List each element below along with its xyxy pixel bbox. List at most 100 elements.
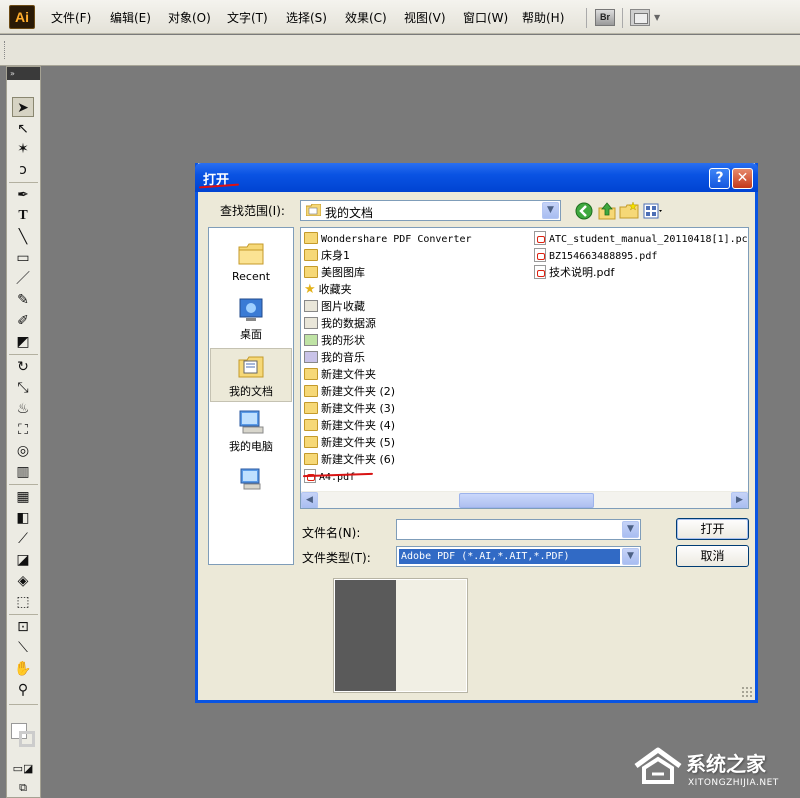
list-item[interactable]: 新建文件夹 (4): [304, 417, 395, 434]
up-folder-icon[interactable]: [597, 201, 617, 221]
warp-tool-icon[interactable]: ♨: [12, 399, 34, 419]
resize-grip[interactable]: [741, 686, 753, 698]
filename-input[interactable]: ▼: [396, 519, 641, 540]
menu-object[interactable]: 对象(O): [168, 9, 211, 26]
place-recent[interactable]: Recent: [210, 236, 292, 290]
stroke-swatch[interactable]: [19, 731, 35, 747]
scroll-right-icon[interactable]: ▶: [731, 492, 748, 508]
menu-view[interactable]: 视图(V): [404, 9, 446, 26]
open-button[interactable]: 打开: [676, 518, 749, 540]
scrollbar-thumb[interactable]: [459, 493, 594, 508]
place-my-documents[interactable]: 我的文档: [210, 348, 292, 402]
menu-type[interactable]: 文字(T): [227, 9, 268, 26]
list-item[interactable]: 技术说明.pdf: [534, 264, 614, 281]
back-icon[interactable]: [574, 201, 594, 221]
folder-icon: [304, 419, 318, 431]
screen-mode-icon[interactable]: ⧉: [12, 778, 34, 798]
arrange-dropdown-icon[interactable]: ▼: [654, 13, 660, 22]
crop-area-tool-icon[interactable]: ⊡: [12, 617, 34, 637]
list-item[interactable]: BZ154663488895.pdf: [534, 247, 657, 264]
paintbrush-tool-icon[interactable]: ／: [12, 269, 34, 289]
place-desktop[interactable]: 桌面: [210, 292, 292, 346]
list-item[interactable]: 图片收藏: [304, 298, 365, 315]
blob-brush-tool-icon[interactable]: ✐: [12, 311, 34, 331]
scale-tool-icon[interactable]: ⤡: [12, 378, 34, 398]
menu-help[interactable]: 帮助(H): [522, 9, 564, 26]
menu-file[interactable]: 文件(F): [51, 9, 91, 26]
file-name: Wondershare PDF Converter: [321, 234, 472, 245]
list-item[interactable]: 新建文件夹 (6): [304, 451, 395, 468]
direct-selection-tool-icon[interactable]: ↖: [12, 119, 34, 139]
chevron-down-icon[interactable]: ▼: [542, 202, 559, 219]
gradient-tool-icon[interactable]: ◧: [12, 508, 34, 528]
list-item[interactable]: 床身1: [304, 247, 350, 264]
new-folder-icon[interactable]: [619, 201, 639, 221]
color-mode-icons[interactable]: ▭◪: [12, 759, 34, 779]
menu-edit[interactable]: 编辑(E): [110, 9, 151, 26]
menu-select[interactable]: 选择(S): [286, 9, 327, 26]
list-item[interactable]: 我的音乐: [304, 349, 365, 366]
magic-wand-tool-icon[interactable]: ✶: [12, 139, 34, 159]
free-transform-tool-icon[interactable]: ⛶: [12, 420, 34, 440]
open-dialog: 打开 ? ✕ 查找范围(I): 我的文档 ▼ Recent 桌面 我的文档 我的…: [195, 163, 758, 703]
control-bar-grip[interactable]: [4, 41, 7, 59]
line-tool-icon[interactable]: ╲: [12, 227, 34, 247]
filename-label: 文件名(N):: [302, 526, 361, 540]
filetype-select[interactable]: Adobe PDF (*.AI,*.AIT,*.PDF) ▼: [396, 546, 641, 567]
pdf-file-icon: [534, 265, 546, 279]
rectangle-tool-icon[interactable]: ▭: [12, 248, 34, 268]
live-paint-bucket-tool-icon[interactable]: ◈: [12, 571, 34, 591]
slice-tool-icon[interactable]: ⟍: [12, 638, 34, 658]
arrange-documents-icon[interactable]: [630, 9, 650, 26]
fill-stroke-swatches[interactable]: [11, 723, 37, 749]
help-button[interactable]: ?: [709, 168, 730, 189]
tools-panel-collapse[interactable]: »: [7, 67, 40, 80]
close-button[interactable]: ✕: [732, 168, 753, 189]
rotate-tool-icon[interactable]: ↻: [12, 357, 34, 377]
list-item[interactable]: 美图图库: [304, 264, 365, 281]
pencil-tool-icon[interactable]: ✎: [12, 290, 34, 310]
menu-effect[interactable]: 效果(C): [345, 9, 387, 26]
menu-window[interactable]: 窗口(W): [463, 9, 508, 26]
hand-tool-icon[interactable]: ✋: [12, 659, 34, 679]
file-name: 美图图库: [321, 266, 365, 279]
symbol-sprayer-tool-icon[interactable]: ◎: [12, 441, 34, 461]
type-tool-icon[interactable]: T: [12, 206, 34, 226]
mesh-tool-icon[interactable]: ▦: [12, 487, 34, 507]
list-item[interactable]: 我的形状: [304, 332, 365, 349]
place-my-computer[interactable]: 我的电脑: [210, 404, 292, 458]
eraser-tool-icon[interactable]: ◩: [12, 332, 34, 352]
chevron-down-icon[interactable]: ▼: [622, 548, 639, 565]
selection-tool-icon[interactable]: ➤: [12, 97, 34, 117]
list-item[interactable]: ★ 收藏夹: [304, 281, 352, 298]
list-item[interactable]: 我的数据源: [304, 315, 376, 332]
eyedropper-tool-icon[interactable]: ⟋: [12, 529, 34, 549]
pen-tool-icon[interactable]: ✒: [12, 185, 34, 205]
place-network[interactable]: [210, 460, 292, 514]
folder-icon: [304, 436, 318, 448]
list-item[interactable]: Wondershare PDF Converter: [304, 230, 472, 247]
documents-folder-icon: [306, 204, 321, 216]
blend-tool-icon[interactable]: ◪: [12, 550, 34, 570]
scroll-left-icon[interactable]: ◀: [301, 492, 318, 508]
lasso-tool-icon[interactable]: ↄ: [12, 160, 34, 180]
chevron-down-icon[interactable]: ▼: [622, 521, 639, 538]
view-menu-icon[interactable]: [642, 201, 662, 221]
look-in-value: 我的文档: [325, 206, 374, 220]
zoom-tool-icon[interactable]: ⚲: [12, 680, 34, 700]
list-item[interactable]: 新建文件夹 (5): [304, 434, 395, 451]
bridge-button[interactable]: Br: [595, 9, 615, 26]
list-item[interactable]: 新建文件夹 (3): [304, 400, 395, 417]
cancel-button[interactable]: 取消: [676, 545, 749, 567]
graph-tool-icon[interactable]: ▥: [12, 462, 34, 482]
look-in-select[interactable]: 我的文档 ▼: [300, 200, 561, 221]
file-list[interactable]: Wondershare PDF Converter 床身1 美图图库 ★ 收藏夹 …: [300, 227, 749, 509]
control-bar: [0, 35, 800, 66]
list-item[interactable]: 新建文件夹 (2): [304, 383, 395, 400]
horizontal-scrollbar[interactable]: ◀ ▶: [301, 491, 748, 508]
live-paint-selection-tool-icon[interactable]: ⬚: [12, 592, 34, 612]
list-item[interactable]: ATC_student_manual_20110418[1].pc: [534, 230, 748, 247]
file-name: 我的音乐: [321, 351, 365, 364]
dialog-titlebar[interactable]: 打开 ? ✕: [195, 163, 758, 192]
list-item[interactable]: 新建文件夹: [304, 366, 376, 383]
